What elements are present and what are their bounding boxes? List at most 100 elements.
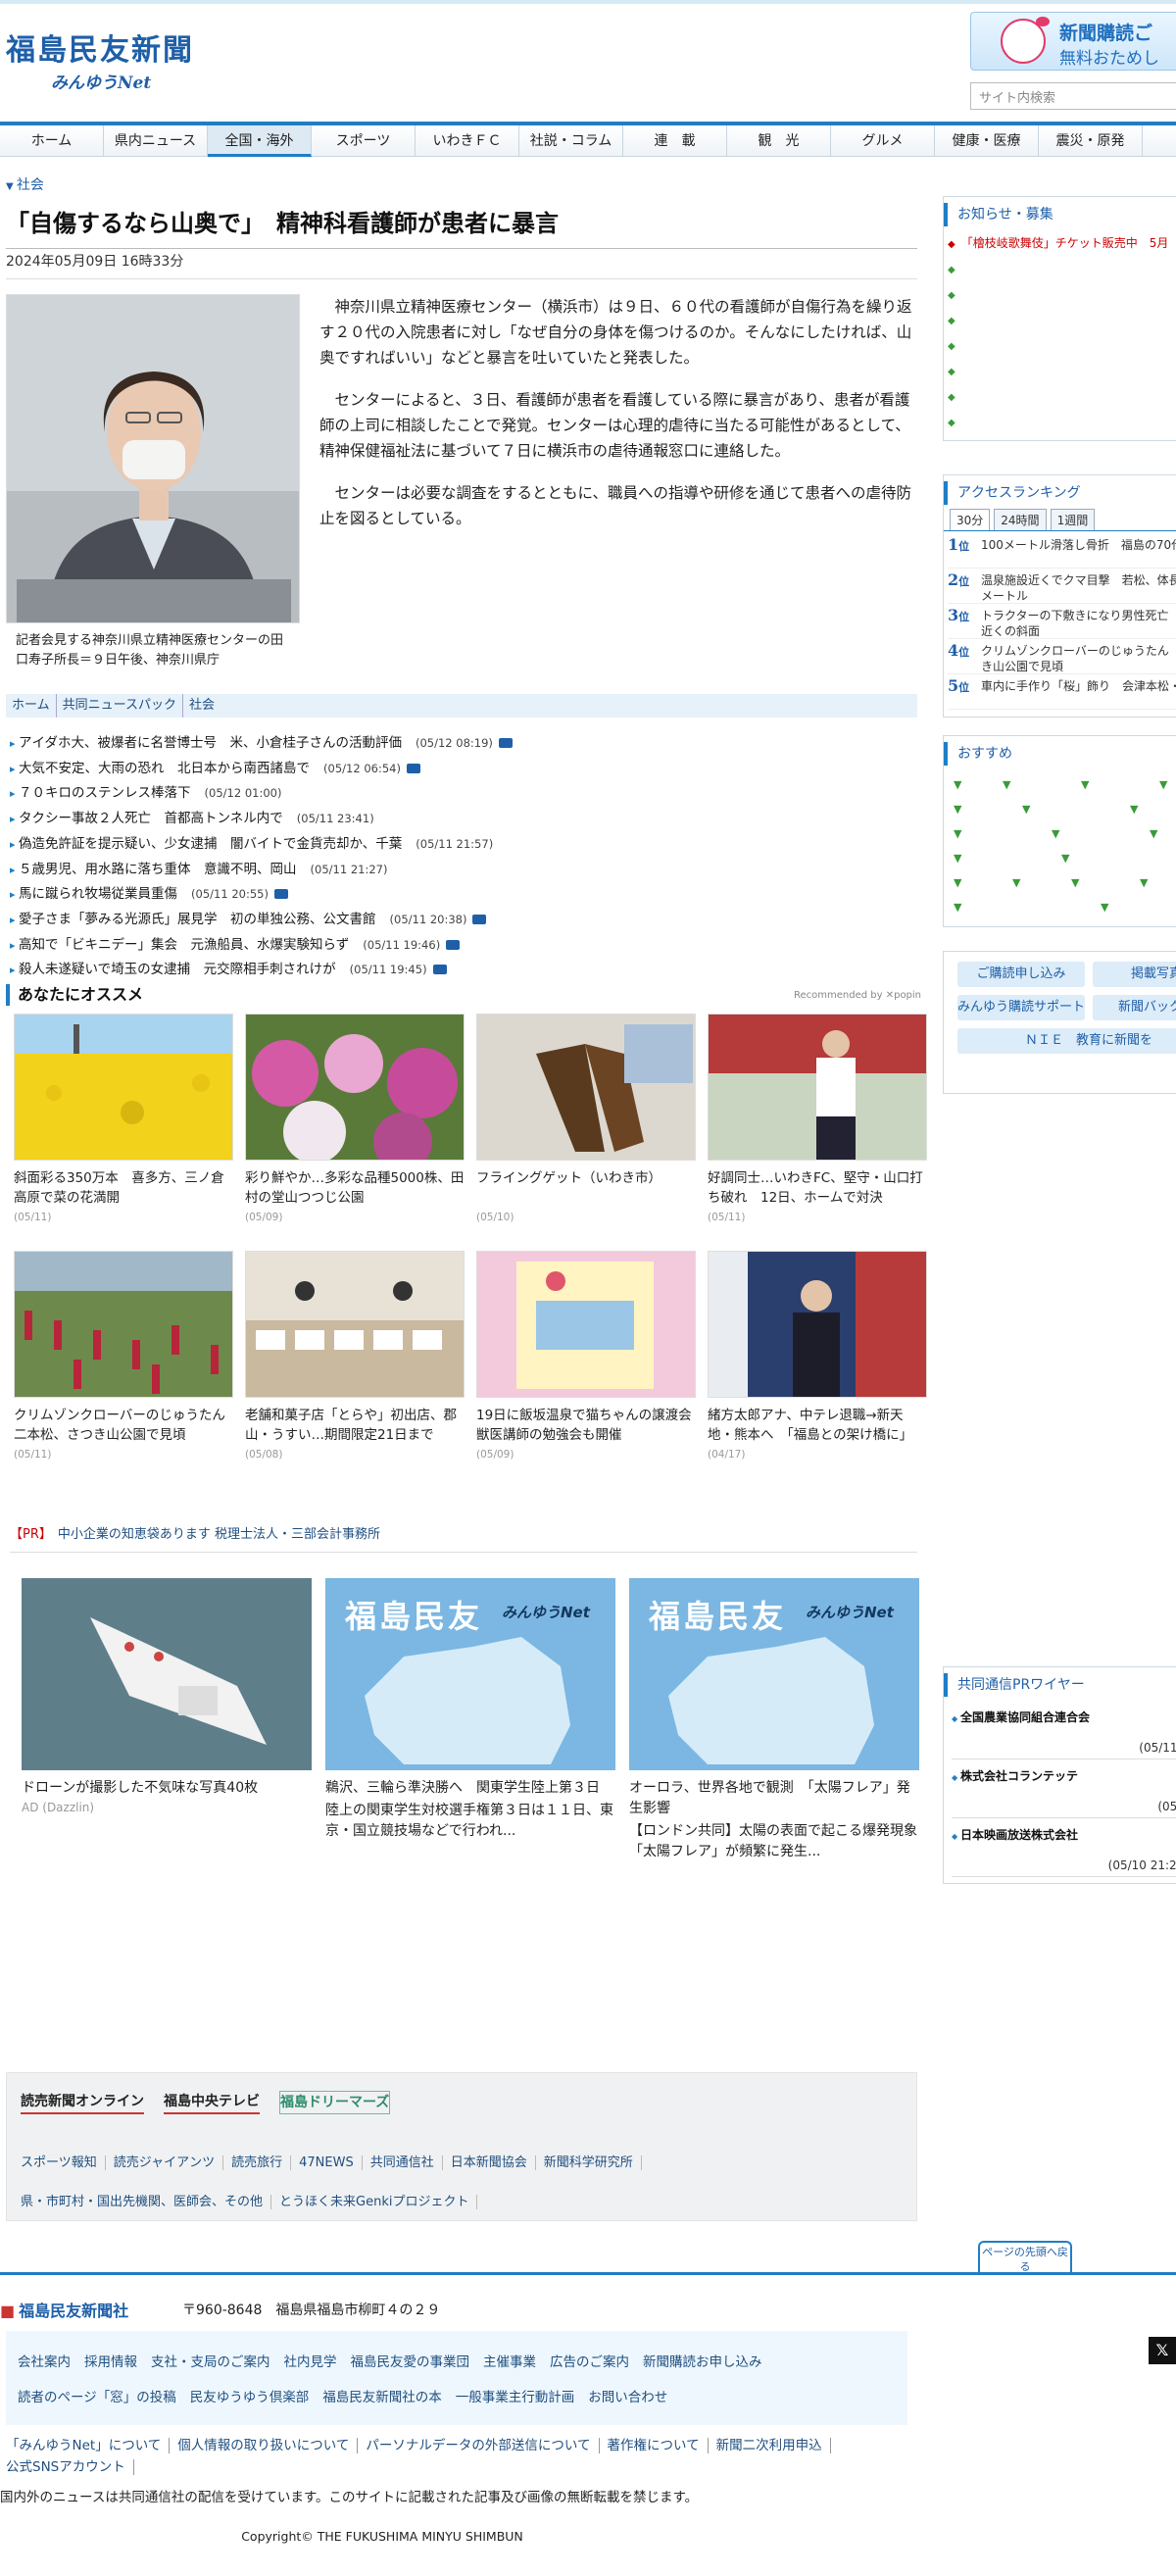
policy-link[interactable]: パーソナルデータの外部送信について [366, 2438, 600, 2453]
triangle-icon[interactable]: ▼ [1012, 876, 1020, 889]
news-title[interactable]: 愛子さま「夢みる光源氏」展見学 初の単独公務、公文書館 [19, 912, 376, 927]
news-item[interactable]: 馬に蹴られ牧場従業員重傷 (05/11 20:55) [10, 882, 917, 908]
article-photo[interactable] [6, 294, 300, 623]
yomiuri-logo[interactable]: 読売新聞オンライン [21, 2091, 144, 2114]
news-title[interactable]: 大気不安定、大雨の恐れ 北日本から南西諸島で [19, 761, 310, 776]
partner-link[interactable]: スポーツ報知 [21, 2155, 106, 2170]
nav-item[interactable]: 社説・コラム [519, 125, 623, 157]
recommend-card[interactable]: 斜面彩る350万本 喜多方、三ノ倉高原で菜の花満開 (05/11) [14, 1014, 233, 1223]
nav-item[interactable]: ホーム [0, 125, 104, 157]
nie-button[interactable]: ＮＩＥ 教育に新聞を [957, 1028, 1176, 1054]
ranking-item[interactable]: 2位 温泉施設近くでクマ目撃 若松、体長1メートル [948, 569, 1176, 604]
triangle-icon[interactable]: ▼ [954, 803, 961, 816]
recommend-card[interactable]: フライングゲット（いわき市） (05/10) [476, 1014, 696, 1223]
news-item[interactable]: タクシー事故２人死亡 首都高トンネル内で (05/11 23:41) [10, 807, 917, 832]
company-link[interactable]: 主催事業 [483, 2354, 536, 2370]
ranking-item[interactable]: 1位 100メートル滑落し骨折 福島の70代 [948, 533, 1176, 569]
subscription-support-button[interactable]: みんゆう購読サポート [957, 995, 1085, 1020]
photo-purchase-button[interactable]: 掲載写真 [1093, 962, 1176, 987]
policy-link[interactable]: 「みんゆうNet」について [6, 2438, 171, 2453]
company-link[interactable]: 福島民友新聞社の本 [322, 2390, 442, 2405]
notice-item[interactable]: ◆ 「檜枝岐歌舞伎」チケット販売中 5月 [948, 230, 1176, 256]
triangle-icon[interactable]: ▼ [954, 827, 961, 840]
recommend-by[interactable]: Recommended by ✕popin [794, 990, 921, 1001]
partner-link[interactable]: 47NEWS [299, 2155, 363, 2170]
company-link[interactable]: 民友ゆうゆう倶楽部 [190, 2390, 310, 2405]
news-title[interactable]: 偽造免許証を提示疑い、少女逮捕 闇バイトで金貨売却か、千葉 [19, 836, 402, 852]
subscribe-banner[interactable]: 新聞購読ご 無料おためし [970, 12, 1176, 71]
subscribe-apply-button[interactable]: ご購読申し込み [957, 962, 1085, 987]
dreamers-logo[interactable]: 福島ドリーマーズ [279, 2091, 391, 2114]
ranking-tab-24h[interactable]: 24時間 [994, 509, 1047, 530]
article-category[interactable]: 社会 [6, 174, 44, 194]
back-number-button[interactable]: 新聞バックナ [1093, 995, 1176, 1020]
nav-item[interactable]: 健康・医療 [935, 125, 1039, 157]
recommend-card[interactable]: 19日に飯坂温泉で猫ちゃんの譲渡会 獣医講師の勉強会も開催 (05/09) [476, 1251, 696, 1461]
breadcrumb-society[interactable]: 社会 [183, 694, 220, 718]
news-title[interactable]: 殺人未遂疑いで埼玉の女逮捕 元交際相手刺されけが [19, 962, 336, 977]
triangle-icon[interactable]: ▼ [954, 778, 961, 791]
recommend-card[interactable]: 彩り鮮やか…多彩な品種5000株、田村の堂山つつじ公園 (05/09) [245, 1014, 465, 1223]
notice-item[interactable]: ◆ [948, 383, 1176, 409]
nav-item[interactable]: スポーツ [312, 125, 416, 157]
site-logo[interactable]: 福島民友新聞 みんゆうNet [6, 25, 221, 94]
triangle-icon[interactable]: ▼ [1071, 876, 1079, 889]
news-item[interactable]: 高知で「ビキニデー」集会 元漁船員、水爆実験知らず (05/11 19:46) [10, 933, 917, 959]
partner-link[interactable]: 日本新聞協会 [450, 2155, 536, 2170]
news-item[interactable]: 偽造免許証を提示疑い、少女逮捕 闇バイトで金貨売却か、千葉 (05/11 21:5… [10, 832, 917, 858]
company-link[interactable]: お問い合わせ [588, 2390, 667, 2405]
policy-link[interactable]: 新聞二次利用申込 [715, 2438, 831, 2453]
ranking-title[interactable]: クリムゾンクローバーのじゅうたん つき山公園で見頃 [981, 643, 1176, 673]
company-link[interactable]: 読者のページ「窓」の投稿 [18, 2390, 176, 2405]
prwire-company[interactable]: 株式会社コランテッテ [952, 1767, 1176, 1784]
ranking-tab-week[interactable]: 1週間 [1050, 509, 1096, 530]
company-link[interactable]: 社内見学 [284, 2354, 337, 2370]
triangle-icon[interactable]: ▼ [1140, 876, 1148, 889]
partner-link[interactable]: 読売ジャイアンツ [113, 2155, 224, 2170]
recommend-card[interactable]: 緒方太郎アナ、中テレ退職→新天地・熊本へ 「福島との架け橋に」 (04/17) [708, 1251, 927, 1461]
notice-item[interactable]: ◆ [948, 307, 1176, 332]
company-link[interactable]: 新聞購読お申し込み [643, 2354, 762, 2370]
notice-item[interactable]: ◆ [948, 409, 1176, 434]
company-link[interactable]: 採用情報 [84, 2354, 137, 2370]
ranking-title[interactable]: 温泉施設近くでクマ目撃 若松、体長1メートル [981, 572, 1176, 603]
notice-item[interactable]: ◆ [948, 358, 1176, 383]
triangle-icon[interactable]: ▼ [1003, 778, 1010, 791]
nav-item[interactable]: 連 載 [623, 125, 727, 157]
breadcrumb-newspack[interactable]: 共同ニュースパック [57, 694, 183, 718]
news-item[interactable]: ７０キロのステンレス棒落下 (05/12 01:00) [10, 781, 917, 807]
company-link[interactable]: 会社案内 [18, 2354, 71, 2370]
news-item[interactable]: アイダホ大、被爆者に名誉博士号 米、小倉桂子さんの活動評価 (05/12 08:1… [10, 731, 917, 757]
search-input[interactable]: サイト内検索 [970, 82, 1176, 110]
news-title[interactable]: タクシー事故２人死亡 首都高トンネル内で [19, 811, 283, 826]
nav-item[interactable]: 震災・原発 [1039, 125, 1143, 157]
ranking-title[interactable]: 車内に手作り「桜」飾り 会津本松・喜 [981, 678, 1176, 705]
news-title[interactable]: 馬に蹴られ牧場従業員重傷 [19, 886, 177, 902]
news-title[interactable]: アイダホ大、被爆者に名誉博士号 米、小倉桂子さんの活動評価 [19, 735, 402, 751]
footer-company-logo[interactable]: 福島民友新聞社 [0, 2298, 128, 2321]
partner-link[interactable]: 新聞科学研究所 [543, 2155, 642, 2170]
partner-link[interactable]: 県・市町村・国出先機関、医師会、その他 [21, 2195, 272, 2209]
fct-logo[interactable]: 福島中央テレビ [164, 2091, 260, 2114]
triangle-icon[interactable]: ▼ [1101, 901, 1108, 914]
recommend-card[interactable]: 好調同士…いわきFC、堅守・山口打ち破れ 12日、ホームで対決 (05/11) [708, 1014, 927, 1223]
news-item[interactable]: ５歳男児、用水路に落ち重体 意識不明、岡山 (05/11 21:27) [10, 858, 917, 883]
company-link[interactable]: 支社・支局のご案内 [151, 2354, 270, 2370]
policy-link[interactable]: 著作権について [607, 2438, 709, 2453]
partner-link[interactable]: 読売旅行 [231, 2155, 292, 2170]
ad-card[interactable]: ドローンが撮影した不気味な写真40枚 AD (Dazzlin) [22, 1578, 312, 1814]
ranking-title[interactable]: トラクターの下敷きになり男性死亡 ぼ近くの斜面 [981, 608, 1176, 638]
triangle-icon[interactable]: ▼ [954, 852, 961, 865]
prwire-company[interactable]: 全国農業協同組合連合会 [952, 1709, 1176, 1725]
partner-link[interactable]: 共同通信社 [369, 2155, 443, 2170]
prwire-item[interactable]: 日本映画放送株式会社 (05/10 21:25) [952, 1818, 1176, 1877]
recommend-card[interactable]: 老舗和菓子店「とらや」初出店、郡山・うすい…期間限定21日まで (05/08) [245, 1251, 465, 1461]
news-item[interactable]: 大気不安定、大雨の恐れ 北日本から南西諸島で (05/12 06:54) [10, 757, 917, 782]
ad-card[interactable]: 福島民友 みんゆうNet オーロラ、世界各地で観測 「太陽フレア」発生影響 【ロ… [629, 1578, 919, 1862]
notice-item[interactable]: ◆ [948, 256, 1176, 281]
notice-item[interactable]: ◆ [948, 332, 1176, 358]
news-item[interactable]: 殺人未遂疑いで埼玉の女逮捕 元交際相手刺されけが (05/11 19:45) [10, 958, 917, 983]
triangle-icon[interactable]: ▼ [1130, 803, 1138, 816]
triangle-icon[interactable]: ▼ [954, 901, 961, 914]
ranking-item[interactable]: 4位 クリムゾンクローバーのじゅうたん つき山公園で見頃 [948, 639, 1176, 674]
